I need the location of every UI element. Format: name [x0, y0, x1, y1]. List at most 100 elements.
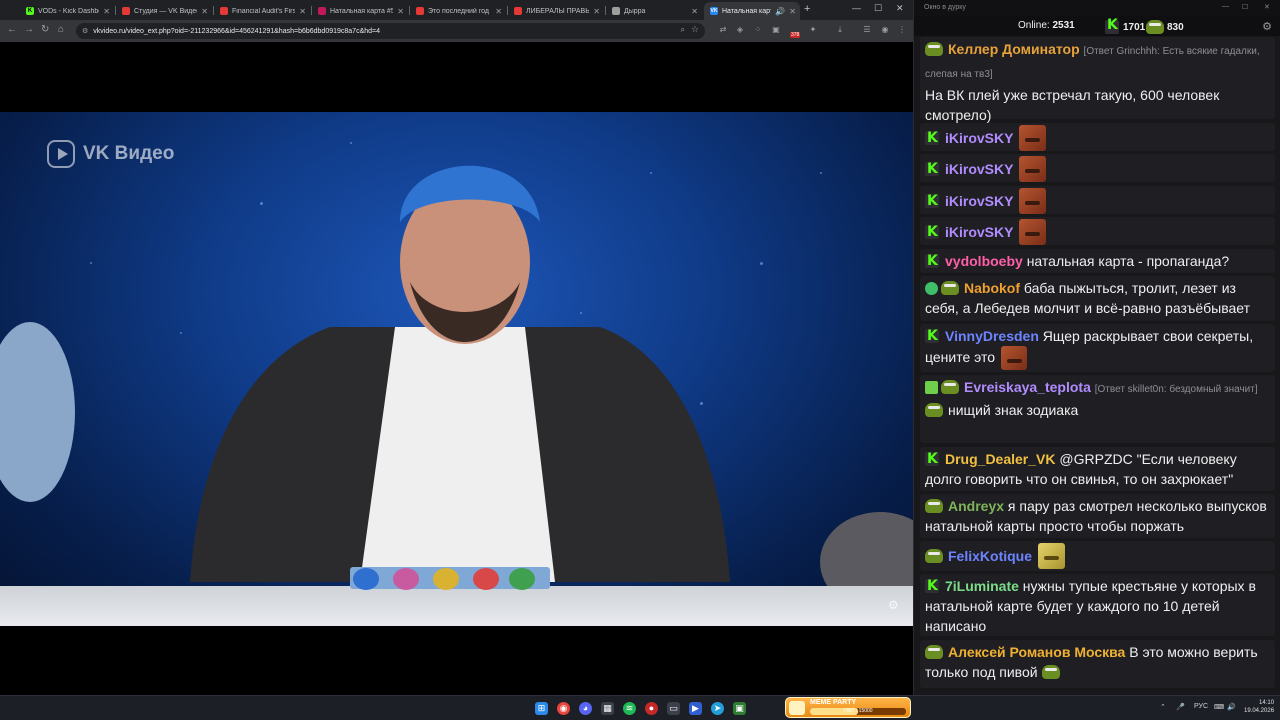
close-icon[interactable]: ✕: [789, 7, 796, 16]
telegram-icon[interactable]: ➤: [711, 702, 724, 715]
face-emote-icon: [1001, 346, 1028, 370]
youtube-icon: [514, 7, 522, 15]
minimize-button[interactable]: —: [1222, 3, 1229, 10]
chat-username[interactable]: Келлер Доминатор: [948, 41, 1080, 57]
system-clock[interactable]: 14:10 19.04.2026: [1244, 699, 1274, 715]
close-window-button[interactable]: ✕: [1264, 3, 1270, 11]
obs-icon[interactable]: ●: [645, 702, 658, 715]
app-icon[interactable]: ▦: [601, 702, 614, 715]
chat-window-titlebar: Окно в дурку — ☐ ✕: [914, 0, 1280, 16]
app-icon[interactable]: ▣: [733, 702, 746, 715]
chat-username[interactable]: VinnyDresden: [945, 328, 1039, 344]
tab-title: Это последний год Пу: [428, 7, 491, 15]
back-button[interactable]: ←: [7, 24, 17, 35]
chat-text: нищий знак зодиака: [948, 402, 1079, 418]
close-icon[interactable]: ✕: [691, 7, 698, 16]
chat-message: Andreyx я пару раз смотрел несколько вып…: [920, 494, 1275, 538]
meme-party-widget[interactable]: MEME PARTY 7487 / 15000: [785, 697, 911, 718]
tray-chevron-icon[interactable]: ⌃: [1160, 703, 1166, 711]
vk-video-brand: VK Видео: [83, 143, 175, 164]
player-settings-icon[interactable]: ⚙: [888, 598, 899, 612]
chat-username[interactable]: iKirovSKY: [945, 193, 1013, 209]
home-button[interactable]: ⌂: [58, 24, 64, 35]
tab-title: Студия — VK Видео Li: [134, 7, 197, 15]
kick-badge-icon: [925, 326, 939, 346]
chat-username[interactable]: Evreiskaya_teplota: [964, 379, 1091, 395]
extension-cast-icon[interactable]: ▣: [771, 25, 781, 35]
chat-username[interactable]: iKirovSKY: [945, 161, 1013, 177]
kick-count: 1701: [1123, 21, 1146, 33]
chat-username[interactable]: FelixKotique: [948, 548, 1032, 564]
terminal-icon[interactable]: ▭: [667, 702, 680, 715]
media-player-icon[interactable]: ▶: [689, 702, 702, 715]
translate-icon[interactable]: ⇄: [718, 25, 728, 35]
chrome-icon[interactable]: ◉: [557, 702, 570, 715]
browser-toolbar: ← → ↻ ⌂ ⚙ vkvideo.ru/video_ext.php?oid=-…: [0, 20, 913, 42]
close-icon[interactable]: ✕: [593, 7, 600, 16]
chat-username[interactable]: 7iLuminate: [945, 578, 1019, 594]
pepe-count: 830: [1167, 21, 1184, 33]
pepe-badge-icon: [941, 281, 959, 295]
chat-username[interactable]: Andreyx: [948, 498, 1004, 514]
reading-list-icon[interactable]: ☰: [862, 25, 872, 35]
start-icon[interactable]: ⊞: [535, 702, 548, 715]
chat-window-title: Окно в дурку: [924, 4, 966, 11]
volume-icon[interactable]: 🔊: [1227, 703, 1236, 711]
kick-badge-icon: [925, 576, 939, 596]
chat-message: FelixKotique: [920, 541, 1275, 571]
tab-kick-vods[interactable]: K VODs - Kick Dashboard ✕: [20, 2, 114, 20]
minimize-button[interactable]: —: [852, 3, 861, 13]
forward-button[interactable]: →: [24, 24, 34, 35]
video-player[interactable]: VK Видео ⚙: [0, 112, 913, 626]
close-icon[interactable]: ✕: [495, 7, 502, 16]
discord-icon[interactable]: ◕: [579, 702, 592, 715]
maximize-button[interactable]: ☐: [1242, 3, 1248, 11]
chat-username[interactable]: vydolboeby: [945, 253, 1023, 269]
tab-natal-chart-active[interactable]: VK Натальная карта # 🔊 ✕: [704, 2, 800, 20]
online-count: 2531: [1052, 20, 1075, 31]
zoom-icon[interactable]: ⌕: [681, 25, 685, 35]
maximize-button[interactable]: ☐: [874, 3, 882, 14]
chat-username[interactable]: iKirovSKY: [945, 130, 1013, 146]
pepe-badge-icon: [925, 549, 943, 563]
close-icon[interactable]: ✕: [299, 7, 306, 16]
close-icon[interactable]: ✕: [397, 7, 404, 16]
close-window-button[interactable]: ✕: [896, 3, 904, 14]
pepe-emote-icon: [1041, 665, 1060, 679]
language-indicator[interactable]: РУС: [1194, 703, 1208, 710]
extension-shield-icon[interactable]: ◈: [735, 25, 745, 35]
chat-username[interactable]: iKirovSKY: [945, 224, 1013, 240]
face-emote-icon: [1019, 125, 1047, 151]
reload-button[interactable]: ↻: [41, 24, 49, 35]
bookmark-star-icon[interactable]: ☆: [691, 24, 699, 35]
close-icon[interactable]: ✕: [201, 7, 208, 16]
close-icon[interactable]: ✕: [103, 7, 110, 16]
profile-icon[interactable]: ◉: [880, 25, 890, 35]
tab-last-year[interactable]: Это последний год Пу ✕: [410, 2, 506, 20]
extensions-puzzle-icon[interactable]: ✦: [808, 25, 818, 35]
spotify-icon[interactable]: ≋: [623, 702, 636, 715]
chat-settings-icon[interactable]: ⚙: [1262, 20, 1272, 33]
menu-icon[interactable]: ⋮: [897, 25, 907, 35]
speaker-icon[interactable]: 🔊: [775, 7, 785, 16]
chat-username[interactable]: Алексей Романов Москва: [948, 644, 1125, 660]
address-bar[interactable]: ⚙ vkvideo.ru/video_ext.php?oid=-21123296…: [76, 23, 705, 39]
network-icon[interactable]: ⌨: [1214, 703, 1224, 711]
extension-dots-icon[interactable]: ⁘: [753, 25, 763, 35]
tab-natal-chart[interactable]: Натальная карта #58 Г✕: [312, 2, 408, 20]
site-info-icon[interactable]: ⚙: [82, 27, 88, 35]
new-tab-button[interactable]: +: [804, 3, 810, 15]
chat-username[interactable]: Nabokof: [964, 280, 1020, 296]
tab-liberals[interactable]: ЛИБЕРАЛЫ ПРАВЫ В0✕: [508, 2, 604, 20]
microphone-icon[interactable]: 🎤: [1176, 703, 1185, 711]
chat-window: Окно в дурку — ☐ ✕ Online: 2531 1701 830…: [913, 0, 1280, 695]
chat-username[interactable]: Drug_Dealer_VK: [945, 451, 1056, 467]
reply-context: [Ответ skillet0n: бездомный значит]: [1094, 384, 1258, 395]
tab-dyrra[interactable]: Дырра ✕: [606, 2, 702, 20]
tab-financial-audit[interactable]: Financial Audit's First P✕: [214, 2, 310, 20]
chat-message: iKirovSKY: [920, 123, 1275, 151]
tab-vk-studio[interactable]: Студия — VK Видео Li ✕: [116, 2, 212, 20]
chat-message: Evreiskaya_teplota [Ответ skillet0n: без…: [920, 375, 1275, 443]
check-badge-icon: [925, 381, 938, 394]
download-icon[interactable]: ⤓: [835, 25, 845, 35]
